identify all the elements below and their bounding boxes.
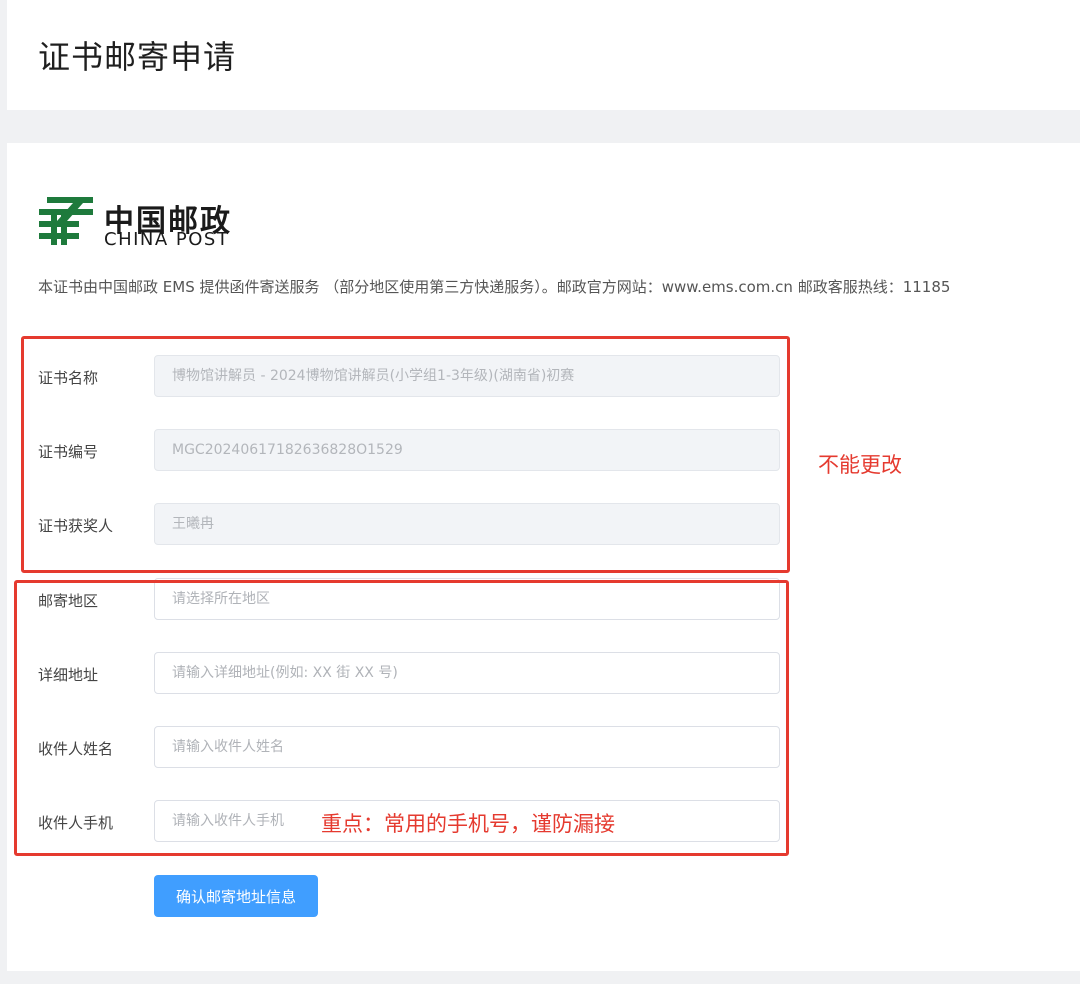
locked-fields-annotation-box	[21, 336, 790, 573]
confirm-address-button[interactable]: 确认邮寄地址信息	[154, 875, 318, 917]
page-title: 证书邮寄申请	[38, 38, 237, 76]
service-intro-text: 本证书由中国邮政 EMS 提供函件寄送服务 （部分地区使用第三方快递服务）。邮政…	[38, 278, 951, 296]
locked-fields-annotation-text: 不能更改	[818, 453, 902, 477]
phone-annotation-text: 重点：常用的手机号，谨防漏接	[321, 812, 615, 836]
logo-name-en: CHINA POST	[104, 229, 230, 250]
